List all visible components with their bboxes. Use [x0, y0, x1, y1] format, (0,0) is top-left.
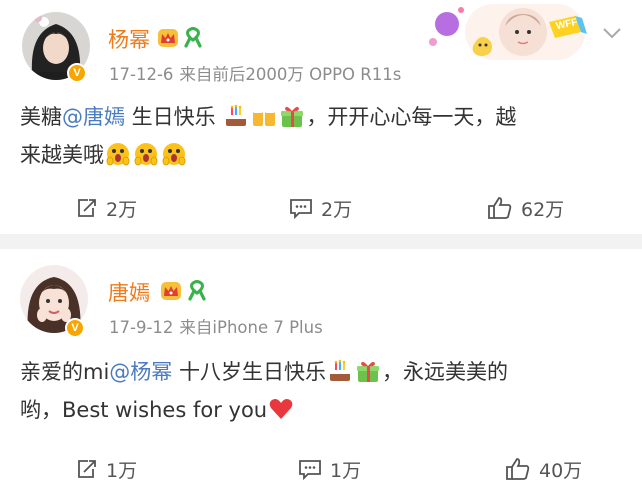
action-bar: 1万 1万 40万 [0, 449, 642, 489]
gift-emoji [281, 106, 304, 127]
green-ribbon-icon [184, 27, 202, 48]
weibo-post-yangmi: V 杨幂 17-12-6 来自前后2000万 OPPO R11s WFF 美糖@… [0, 0, 642, 234]
comment-count: 1万 [330, 459, 362, 482]
gift-emoji [356, 361, 379, 382]
birthday-cake-emoji [329, 359, 350, 381]
post-text-line-2: 来越美哦 [20, 136, 630, 174]
crown-badge-icon [161, 282, 181, 300]
shocked-face-emoji [106, 143, 130, 166]
repost-count: 2万 [106, 198, 138, 221]
post-source: 前后2000万 OPPO R11s [212, 65, 402, 84]
chevron-down-icon[interactable] [602, 26, 622, 40]
like-count: 40万 [539, 459, 583, 482]
birthday-cake-emoji [226, 104, 247, 126]
mention-link[interactable]: @杨幂 [109, 360, 172, 384]
comment-button[interactable]: 1万 [298, 449, 361, 489]
repost-count: 1万 [106, 459, 138, 482]
post-time: 17-9-12 [109, 318, 174, 337]
repost-icon [78, 460, 96, 478]
post-text: 亲爱的mi@杨幂 十八岁生日快乐 ，永远美美的 哟，Best wishes fo… [20, 353, 630, 429]
source-prefix: 来自 [179, 318, 213, 337]
like-count: 62万 [521, 198, 565, 221]
mention-link[interactable]: @唐嫣 [62, 105, 125, 129]
post-text-line-1: 亲爱的mi@杨幂 十八岁生日快乐 ，永远美美的 [20, 359, 508, 384]
crown-badge-icon [158, 29, 178, 47]
weibo-post-tangyan: V 唐嫣 17-9-12 来自iPhone 7 Plus 亲爱的mi@杨幂 十八岁… [0, 249, 642, 494]
repost-button[interactable]: 2万 [76, 188, 137, 228]
post-text-line-1: 美糖@唐嫣 生日快乐 ，开开心心每一天，越 [20, 104, 517, 129]
post-text-line-2: 哟，Best wishes for you [20, 391, 630, 429]
like-button[interactable]: 40万 [505, 449, 582, 489]
red-heart-emoji [269, 399, 293, 419]
like-button[interactable]: 62万 [487, 188, 564, 228]
post-meta: 17-12-6 来自前后2000万 OPPO R11s [109, 61, 401, 85]
thumbs-up-icon [488, 197, 512, 219]
green-ribbon-icon [188, 280, 206, 301]
verified-badge: V [65, 318, 85, 338]
comment-count: 2万 [321, 198, 353, 221]
post-time: 17-12-6 [109, 65, 174, 84]
source-prefix: 来自 [179, 65, 213, 84]
comment-icon [299, 460, 321, 480]
post-meta: 17-9-12 来自iPhone 7 Plus [109, 314, 323, 338]
profile-banner-decoration: WFF [425, 2, 590, 64]
thumbs-up-icon [506, 458, 530, 480]
comment-icon [290, 199, 312, 219]
shocked-face-emoji [134, 143, 158, 166]
repost-icon [78, 199, 96, 217]
shocked-face-emoji [162, 143, 186, 166]
repost-button[interactable]: 1万 [76, 449, 137, 489]
author-name[interactable]: 唐嫣 [108, 277, 150, 307]
comment-button[interactable]: 2万 [289, 188, 352, 228]
author-name[interactable]: 杨幂 [108, 24, 150, 54]
beer-cheers-emoji [253, 109, 276, 126]
post-text: 美糖@唐嫣 生日快乐 ，开开心心每一天，越 来越美哦 [20, 98, 630, 174]
post-source: iPhone 7 Plus [212, 318, 323, 337]
action-bar: 2万 2万 62万 [0, 188, 642, 228]
verified-badge: V [67, 63, 87, 83]
